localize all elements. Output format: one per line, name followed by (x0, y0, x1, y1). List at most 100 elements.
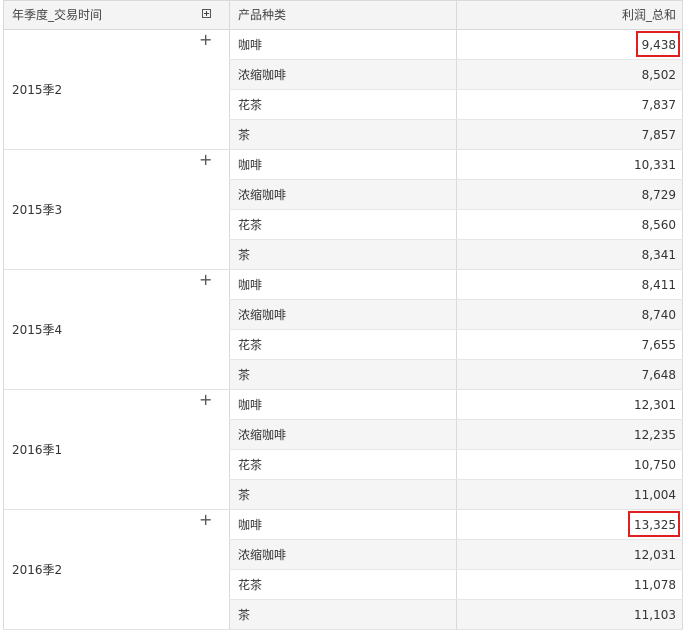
profit-cell: 10,750 (456, 450, 683, 479)
table-row[interactable]: 咖啡 12,301 (229, 390, 683, 420)
group-label: 2015季3 (12, 203, 63, 217)
table-body: +2015季2 咖啡 9,438 浓缩咖啡 8,502 花茶 7,837 茶 7,857 +201… (3, 30, 683, 630)
profit-value: 8,411 (641, 278, 676, 292)
profit-value: 7,655 (641, 338, 676, 352)
profit-cell: 11,004 (456, 480, 683, 509)
plus-icon[interactable]: + (199, 512, 212, 528)
profit-cell: 8,729 (456, 180, 683, 209)
product-cell: 花茶 (229, 90, 456, 119)
product-cell: 花茶 (229, 330, 456, 359)
group-cell: +2016季1 (3, 390, 229, 509)
column-header-profit-label: 利润_总和 (621, 8, 676, 22)
column-header-product-label: 产品种类 (238, 8, 287, 22)
plus-icon[interactable]: + (199, 32, 212, 48)
profit-value: 11,103 (634, 608, 676, 622)
group-label: 2016季1 (12, 443, 63, 457)
profit-cell: 13,325 (456, 510, 683, 539)
table-row[interactable]: 花茶 8,560 (229, 210, 683, 240)
expand-all-icon[interactable] (202, 9, 211, 18)
product-cell: 浓缩咖啡 (229, 420, 456, 449)
product-cell: 浓缩咖啡 (229, 60, 456, 89)
group-rows: 咖啡 12,301 浓缩咖啡 12,235 花茶 10,750 茶 11,004 (229, 390, 683, 509)
profit-value: 8,502 (641, 68, 676, 82)
product-cell: 花茶 (229, 210, 456, 239)
profit-cell: 9,438 (456, 30, 683, 59)
profit-value: 7,648 (641, 368, 676, 382)
profit-cell: 8,411 (456, 270, 683, 299)
highlighted-value: 13,325 (634, 518, 676, 532)
table-row[interactable]: 浓缩咖啡 12,031 (229, 540, 683, 570)
table-row[interactable]: 茶 7,648 (229, 360, 683, 389)
profit-value: 12,031 (634, 548, 676, 562)
table-row[interactable]: 浓缩咖啡 12,235 (229, 420, 683, 450)
group-rows: 咖啡 9,438 浓缩咖啡 8,502 花茶 7,837 茶 7,857 (229, 30, 683, 149)
profit-cell: 12,301 (456, 390, 683, 419)
product-cell: 咖啡 (229, 510, 456, 539)
table-row[interactable]: 咖啡 9,438 (229, 30, 683, 60)
row-group: +2016季1 咖啡 12,301 浓缩咖啡 12,235 花茶 10,750 茶 11,004 (3, 390, 683, 510)
table-row[interactable]: 茶 11,004 (229, 480, 683, 509)
profit-cell: 11,103 (456, 600, 683, 629)
profit-cell: 12,031 (456, 540, 683, 569)
profit-value: 8,729 (641, 188, 676, 202)
table-row[interactable]: 浓缩咖啡 8,729 (229, 180, 683, 210)
profit-cell: 7,655 (456, 330, 683, 359)
table-row[interactable]: 花茶 7,837 (229, 90, 683, 120)
group-cell: +2015季4 (3, 270, 229, 389)
profit-value: 10,750 (634, 458, 676, 472)
table-row[interactable]: 茶 8,341 (229, 240, 683, 269)
table-row[interactable]: 茶 7,857 (229, 120, 683, 149)
profit-cell: 8,502 (456, 60, 683, 89)
column-header-profit[interactable]: 利润_总和 (456, 1, 683, 30)
plus-icon[interactable]: + (199, 272, 212, 288)
highlighted-value: 9,438 (641, 38, 676, 52)
profit-value: 8,341 (641, 248, 676, 262)
profit-value: 12,235 (634, 428, 676, 442)
table-row[interactable]: 花茶 11,078 (229, 570, 683, 600)
product-cell: 花茶 (229, 450, 456, 479)
table-row[interactable]: 浓缩咖啡 8,502 (229, 60, 683, 90)
table-row[interactable]: 花茶 7,655 (229, 330, 683, 360)
profit-cell: 8,341 (456, 240, 683, 269)
product-cell: 茶 (229, 360, 456, 389)
group-label: 2015季4 (12, 323, 63, 337)
table-row[interactable]: 茶 11,103 (229, 600, 683, 629)
profit-cell: 7,837 (456, 90, 683, 119)
product-cell: 咖啡 (229, 30, 456, 59)
product-cell: 茶 (229, 240, 456, 269)
product-cell: 花茶 (229, 570, 456, 599)
profit-value: 10,331 (634, 158, 676, 172)
group-label: 2016季2 (12, 563, 63, 577)
table-row[interactable]: 咖啡 13,325 (229, 510, 683, 540)
plus-icon[interactable]: + (199, 392, 212, 408)
column-header-time[interactable]: 年季度_交易时间 (3, 1, 229, 30)
plus-icon[interactable]: + (199, 152, 212, 168)
table-row[interactable]: 咖啡 8,411 (229, 270, 683, 300)
profit-value: 8,560 (641, 218, 676, 232)
row-group: +2016季2 咖啡 13,325 浓缩咖啡 12,031 花茶 11,078 茶 11,103 (3, 510, 683, 630)
group-cell: +2016季2 (3, 510, 229, 629)
profit-value: 12,301 (634, 398, 676, 412)
group-rows: 咖啡 10,331 浓缩咖啡 8,729 花茶 8,560 茶 8,341 (229, 150, 683, 269)
product-cell: 咖啡 (229, 390, 456, 419)
product-cell: 浓缩咖啡 (229, 180, 456, 209)
table-row[interactable]: 浓缩咖啡 8,740 (229, 300, 683, 330)
column-header-time-label: 年季度_交易时间 (12, 8, 103, 22)
profit-cell: 10,331 (456, 150, 683, 179)
profit-cell: 8,560 (456, 210, 683, 239)
product-cell: 茶 (229, 600, 456, 629)
product-cell: 浓缩咖啡 (229, 540, 456, 569)
table-row[interactable]: 咖啡 10,331 (229, 150, 683, 180)
pivot-table: 年季度_交易时间 产品种类 利润_总和 +2015季2 咖啡 9,438 浓缩咖啡 8,… (3, 0, 683, 630)
profit-cell: 11,078 (456, 570, 683, 599)
profit-value: 7,857 (641, 128, 676, 142)
row-group: +2015季3 咖啡 10,331 浓缩咖啡 8,729 花茶 8,560 茶 8,341 (3, 150, 683, 270)
profit-cell: 7,648 (456, 360, 683, 389)
profit-value: 11,004 (634, 488, 676, 502)
profit-cell: 8,740 (456, 300, 683, 329)
column-header-product[interactable]: 产品种类 (229, 1, 456, 30)
profit-value: 8,740 (641, 308, 676, 322)
group-cell: +2015季3 (3, 150, 229, 269)
table-row[interactable]: 花茶 10,750 (229, 450, 683, 480)
row-group: +2015季2 咖啡 9,438 浓缩咖啡 8,502 花茶 7,837 茶 7,857 (3, 30, 683, 150)
